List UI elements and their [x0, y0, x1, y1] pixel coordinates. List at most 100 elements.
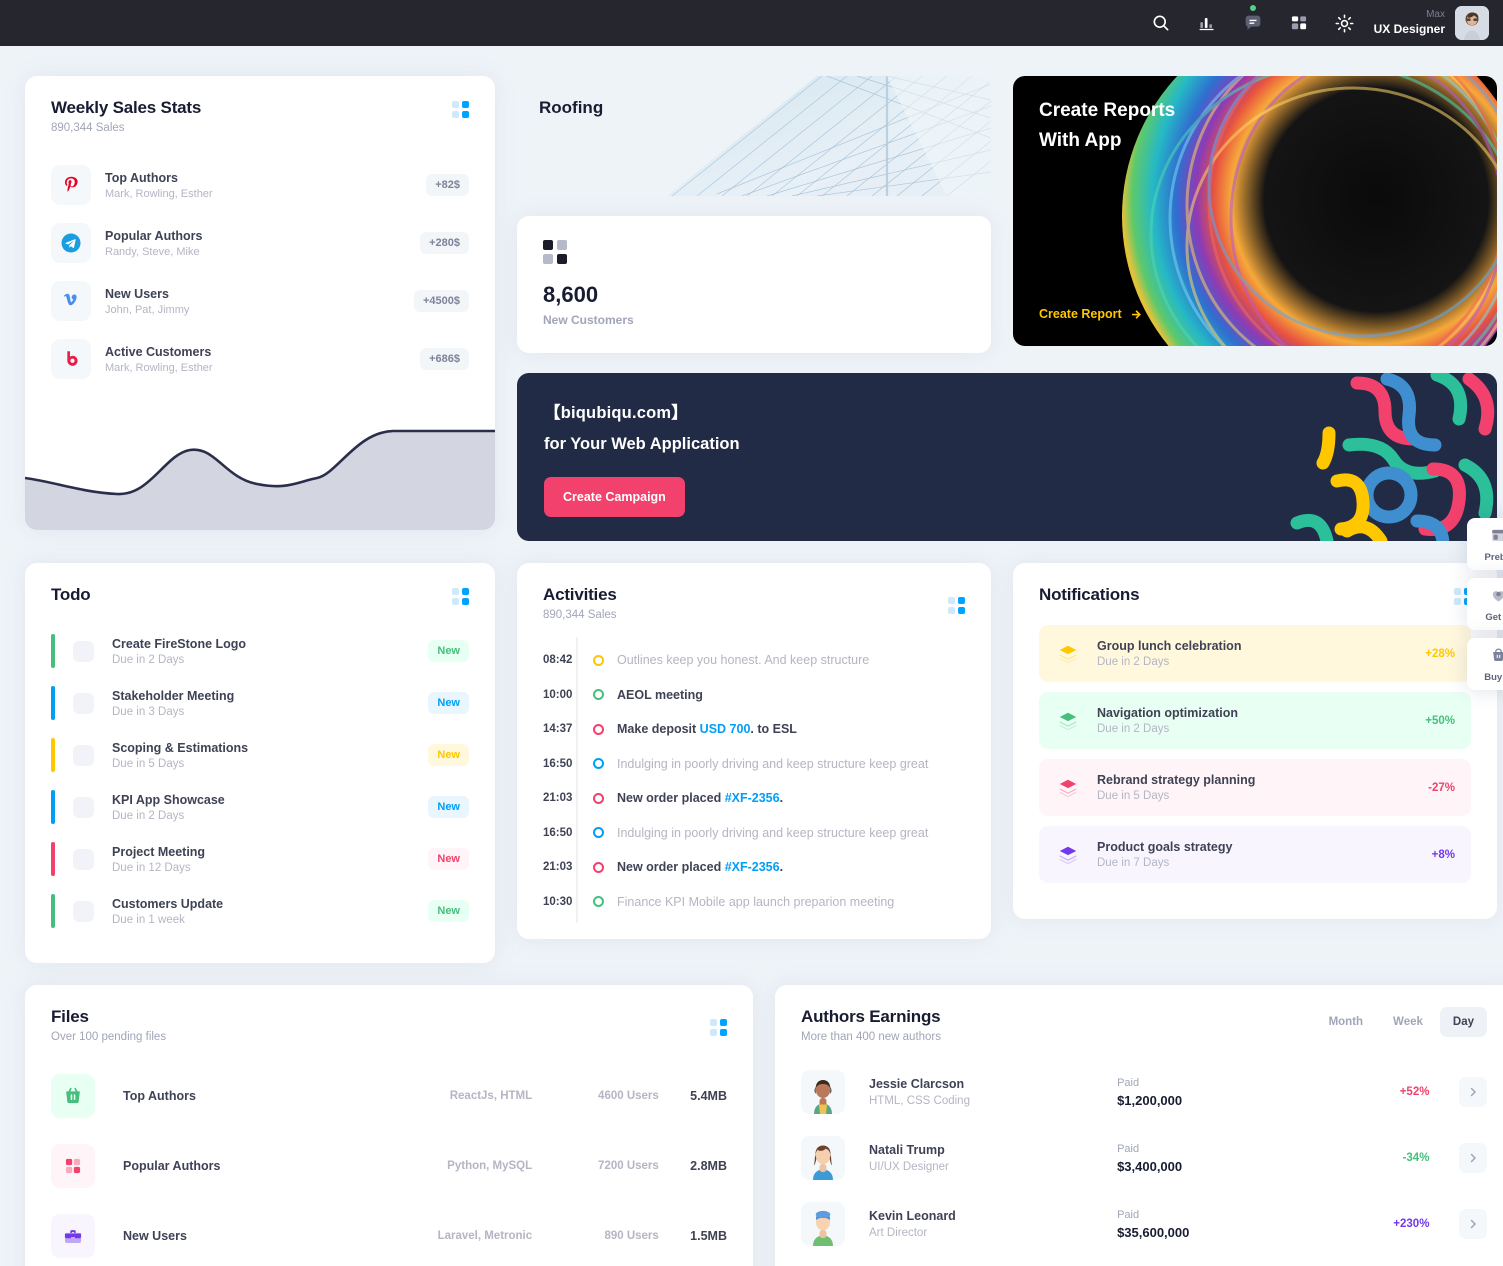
list-item[interactable]: Popular Authors Randy, Steve, Mike +280$: [51, 214, 469, 272]
list-item[interactable]: Customers Update Due in 1 week New: [51, 885, 469, 937]
files-subtitle: Over 100 pending files: [51, 1031, 167, 1043]
chat-icon[interactable]: [1238, 5, 1268, 38]
paid-label: Paid: [1117, 1208, 1140, 1221]
list-item-subtitle: Mark, Rowling, Esther: [105, 361, 213, 374]
activities-title: Activities: [543, 585, 617, 604]
list-item[interactable]: 10:30 Finance KPI Mobile app launch prep…: [543, 885, 965, 920]
activity-time: 14:37: [543, 723, 573, 736]
cart-icon: [1492, 648, 1503, 662]
tab-week[interactable]: Week: [1380, 1007, 1436, 1037]
list-item[interactable]: 08:42 Outlines keep you honest. And keep…: [543, 643, 965, 678]
list-item-subtitle: Randy, Steve, Mike: [105, 245, 200, 258]
list-item[interactable]: Group lunch celebration Due in 2 Days +2…: [1039, 625, 1471, 682]
todo-checkbox[interactable]: [73, 796, 94, 818]
header-icon-group: [1146, 5, 1360, 38]
list-item[interactable]: KPI App Showcase Due in 2 Days New: [51, 781, 469, 833]
chevron-right-icon[interactable]: [1459, 1077, 1487, 1107]
prebuilt-layouts-button[interactable]: Prebu: [1467, 518, 1503, 570]
timeline-dot-icon: [592, 896, 604, 908]
reports-title: Create Reports With App: [1039, 96, 1175, 157]
reports-line-2: With App: [1039, 130, 1122, 152]
list-item[interactable]: 16:50 Indulging in poorly driving and ke…: [543, 747, 965, 782]
create-campaign-banner: 【biqubiqu.com】 for Your Web Application …: [517, 373, 1497, 541]
list-item[interactable]: New Users John, Pat, Jimmy +4500$: [51, 272, 469, 330]
activities-timeline: 08:42 Outlines keep you honest. And keep…: [517, 621, 991, 939]
list-item[interactable]: Scoping & Estimations Due in 5 Days New: [51, 729, 469, 781]
basket-icon: [51, 1074, 95, 1118]
chevron-right-icon[interactable]: [1459, 1143, 1487, 1173]
create-report-link[interactable]: Create Report: [1039, 307, 1143, 321]
new-customers-value: 8,600: [543, 282, 599, 307]
todo-checkbox[interactable]: [73, 900, 94, 922]
activity-link[interactable]: #XF-2356: [725, 860, 780, 874]
todo-checkbox[interactable]: [73, 640, 94, 662]
author-percent: +52%: [1399, 1086, 1430, 1098]
right-sticky-toolbar: Prebu Get H Buy N: [1467, 518, 1503, 698]
table-row[interactable]: Jessie Clarcson HTML, CSS Coding Paid $1…: [801, 1059, 1487, 1125]
get-help-button[interactable]: Get H: [1467, 578, 1503, 630]
tab-day[interactable]: Day: [1439, 1007, 1487, 1037]
building-illustration: [517, 76, 991, 196]
list-item[interactable]: Create FireStone Logo Due in 2 Days New: [51, 625, 469, 677]
todo-checkbox[interactable]: [73, 692, 94, 714]
list-item[interactable]: 21:03 New order placed #XF-2356.: [543, 850, 965, 885]
activity-time: 16:50: [543, 826, 573, 839]
grid-menu-icon[interactable]: [452, 101, 469, 118]
todo-color-bar: [51, 738, 55, 772]
table-row[interactable]: Popular Authors Python, MySQL 7200 Users…: [51, 1131, 727, 1201]
list-item[interactable]: Active Customers Mark, Rowling, Esther +…: [51, 330, 469, 388]
todo-title: Todo: [51, 585, 91, 604]
list-item[interactable]: Navigation optimization Due in 2 Days +5…: [1039, 692, 1471, 749]
new-customers-label: New Customers: [543, 313, 634, 327]
activity-time: 10:00: [543, 688, 573, 701]
todo-title-text: Customers Update: [112, 896, 224, 911]
notification-percent: +50%: [1425, 714, 1455, 727]
grid-menu-icon[interactable]: [452, 588, 469, 605]
apps-grid-icon[interactable]: [1284, 8, 1314, 38]
todo-due-text: Due in 5 Days: [112, 757, 185, 770]
tab-month[interactable]: Month: [1316, 1007, 1376, 1037]
chart-bars-icon[interactable]: [1192, 8, 1222, 38]
list-item-value: +82$: [426, 174, 469, 196]
list-item[interactable]: Stakeholder Meeting Due in 3 Days New: [51, 677, 469, 729]
list-item[interactable]: Top Authors Mark, Rowling, Esther +82$: [51, 156, 469, 214]
user-menu[interactable]: Max UX Designer: [1374, 6, 1489, 40]
table-row[interactable]: Natali Trump UI/UX Designer Paid $3,400,…: [801, 1125, 1487, 1191]
table-row[interactable]: Brad Simmons Successful Fellas Paid $200…: [801, 1257, 1487, 1266]
files-card: Files Over 100 pending files Top Authors…: [25, 985, 753, 1266]
activities-subtitle: 890,344 Sales: [543, 609, 617, 621]
avatar[interactable]: [1455, 6, 1489, 40]
list-item[interactable]: Product goals strategy Due in 7 Days +8%: [1039, 826, 1471, 883]
table-row[interactable]: New Users Laravel, Metronic 890 Users 1.…: [51, 1201, 727, 1266]
four-squares-icon: [543, 240, 965, 264]
chevron-right-icon[interactable]: [1459, 1209, 1487, 1239]
list-item[interactable]: Rebrand strategy planning Due in 5 Days …: [1039, 759, 1471, 816]
list-item[interactable]: 10:00 AEOL meeting: [543, 678, 965, 713]
todo-checkbox[interactable]: [73, 744, 94, 766]
list-item[interactable]: 21:03 New order placed #XF-2356.: [543, 781, 965, 816]
author-name: Kevin Leonard: [869, 1209, 956, 1223]
list-item-title: Active Customers: [105, 344, 212, 359]
theme-sun-icon[interactable]: [1330, 8, 1360, 38]
buy-now-button[interactable]: Buy N: [1467, 638, 1503, 690]
grid-menu-icon[interactable]: [948, 597, 965, 614]
list-item[interactable]: 14:37 Make deposit USD 700. to ESL: [543, 712, 965, 747]
activity-link[interactable]: #XF-2356: [725, 791, 780, 805]
layout-icon: [1491, 529, 1503, 542]
table-row[interactable]: Top Authors ReactJs, HTML 4600 Users 5.4…: [51, 1061, 727, 1131]
list-item[interactable]: Project Meeting Due in 12 Days New: [51, 833, 469, 885]
table-row[interactable]: Kevin Leonard Art Director Paid $35,600,…: [801, 1191, 1487, 1257]
prebuilt-label: Prebu: [1484, 552, 1503, 563]
todo-checkbox[interactable]: [73, 848, 94, 870]
file-name: New Users: [123, 1229, 187, 1243]
timeline-dot-icon: [592, 689, 604, 701]
reports-line-1: Create Reports: [1039, 100, 1176, 121]
activity-link[interactable]: USD 700: [700, 722, 751, 736]
create-campaign-button[interactable]: Create Campaign: [544, 477, 685, 517]
list-item[interactable]: 16:50 Indulging in poorly driving and ke…: [543, 816, 965, 851]
weekly-sales-area-chart: [25, 406, 495, 530]
roofing-image-card[interactable]: Roofing: [517, 76, 991, 196]
grid-menu-icon[interactable]: [710, 1019, 727, 1036]
search-icon[interactable]: [1146, 8, 1176, 38]
timeline-dot-icon: [592, 654, 604, 666]
